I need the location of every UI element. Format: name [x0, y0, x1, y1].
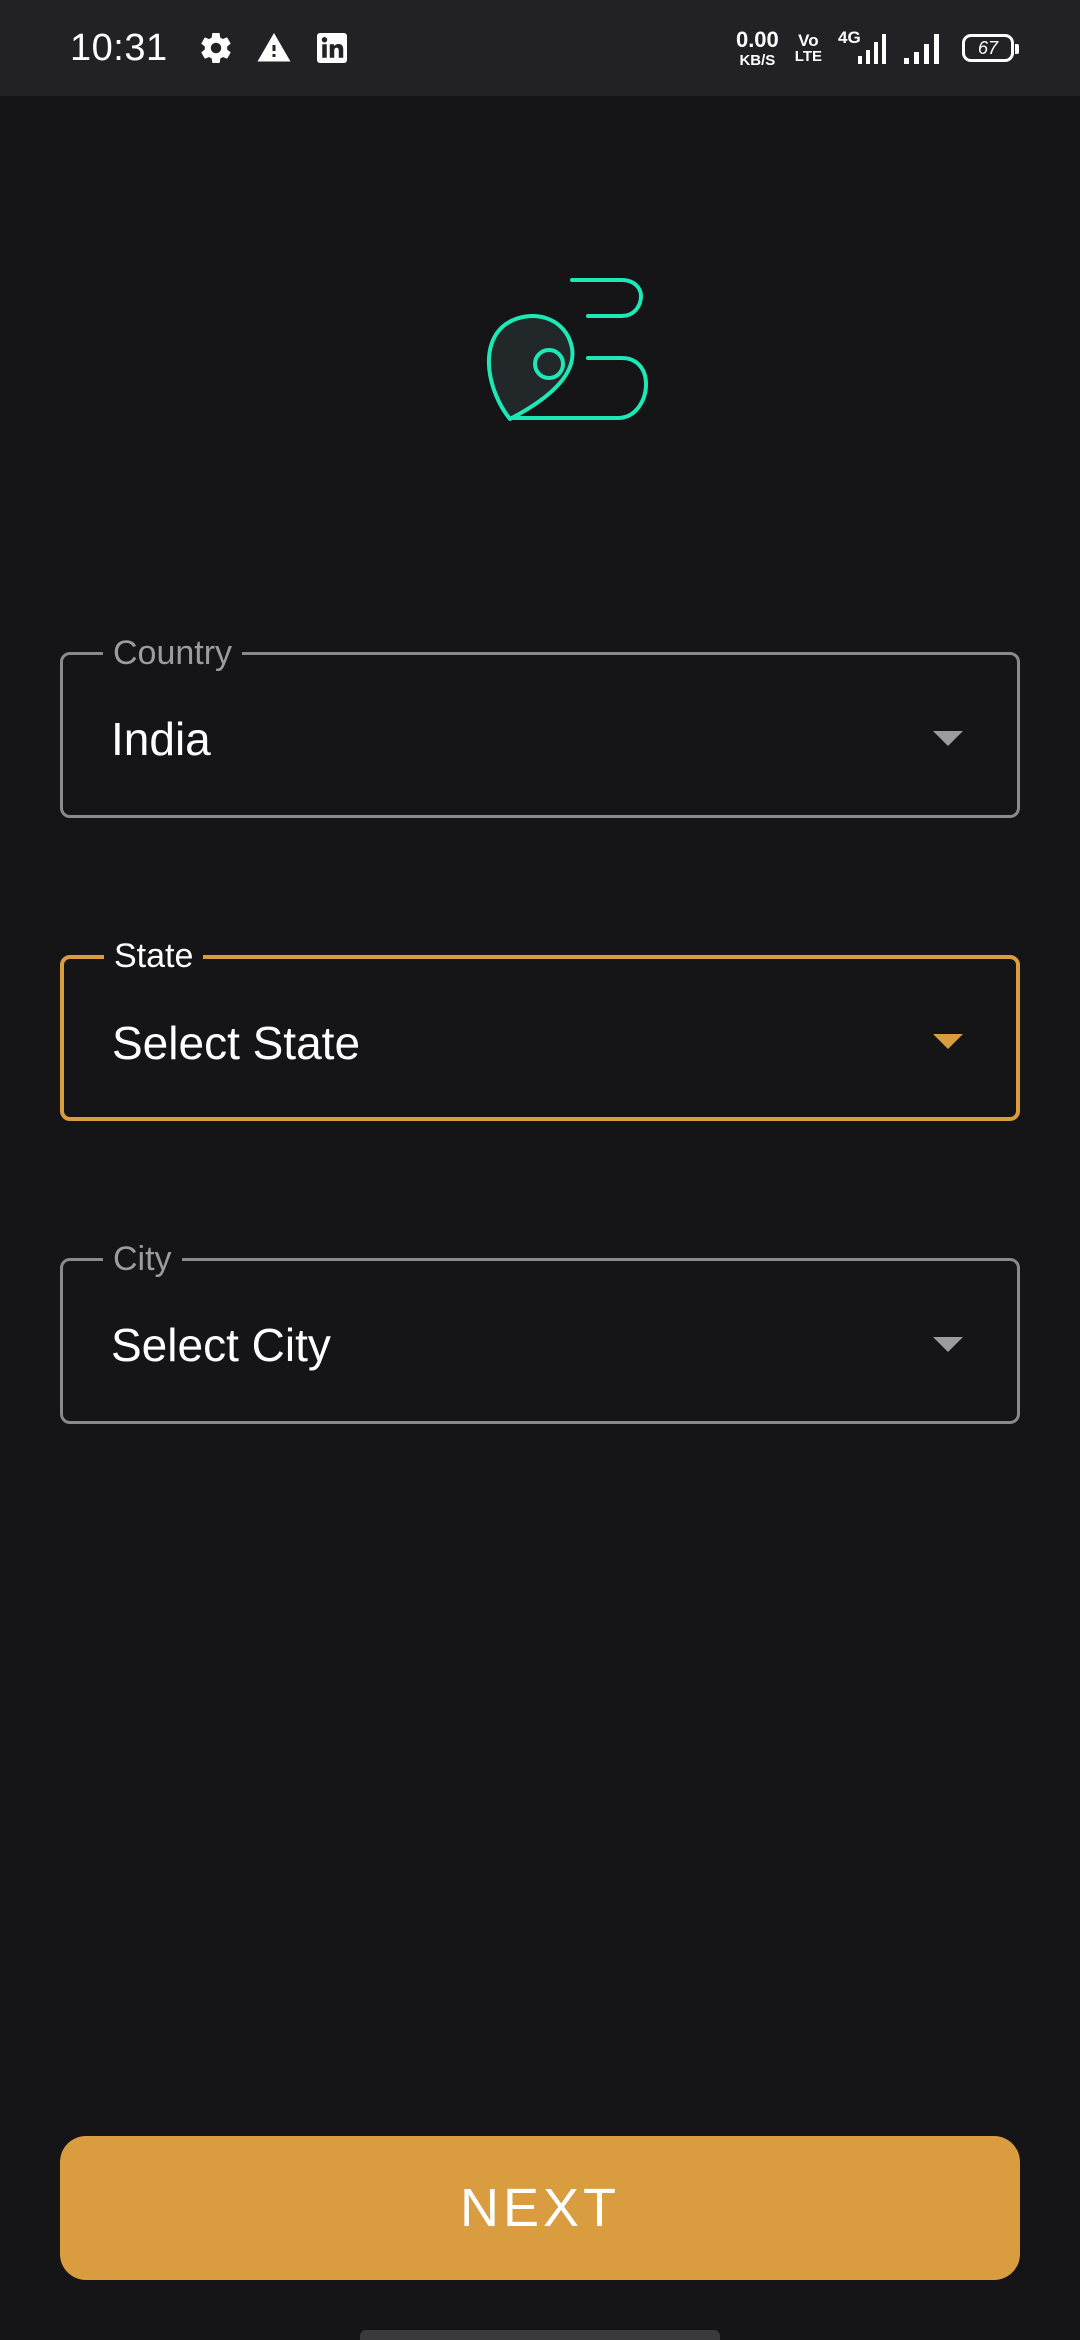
volte-indicator: Vo LTE: [795, 32, 822, 64]
city-label: City: [103, 1235, 182, 1283]
state-dropdown[interactable]: State Select State: [60, 932, 1020, 1121]
signal-4g-icon: 4G: [838, 28, 886, 66]
linkedin-icon: [314, 30, 350, 66]
state-value: Select State: [112, 1017, 361, 1069]
city-dropdown[interactable]: City Select City: [60, 1235, 1020, 1424]
gear-icon: [198, 30, 234, 66]
status-bar: 10:31 0.00 KB/S Vo LTE 4G 67: [0, 0, 1080, 96]
volte-bottom: LTE: [794, 48, 822, 65]
status-right: 0.00 KB/S Vo LTE 4G 67: [735, 0, 1019, 96]
network-speed-value: 0.00: [735, 26, 779, 52]
chevron-down-icon: [933, 1034, 963, 1049]
country-dropdown[interactable]: Country India: [60, 629, 1020, 818]
warning-icon: [256, 30, 292, 66]
country-label: Country: [103, 629, 243, 677]
city-value: Select City: [111, 1319, 331, 1371]
battery-icon: 67: [962, 34, 1019, 62]
signal-icon: [902, 30, 946, 66]
network-speed-unit: KB/S: [739, 51, 776, 69]
volte-top: Vo: [798, 31, 819, 50]
status-left: 10:31: [70, 27, 350, 70]
app-logo-icon: [484, 272, 654, 432]
home-indicator[interactable]: [360, 2330, 720, 2340]
country-value: India: [111, 713, 211, 765]
state-label: State: [104, 932, 204, 980]
status-time: 10:31: [70, 26, 168, 69]
chevron-down-icon: [933, 1337, 963, 1352]
next-button[interactable]: NEXT: [60, 2136, 1020, 2280]
chevron-down-icon: [933, 731, 963, 746]
network-speed: 0.00 KB/S: [735, 26, 779, 69]
